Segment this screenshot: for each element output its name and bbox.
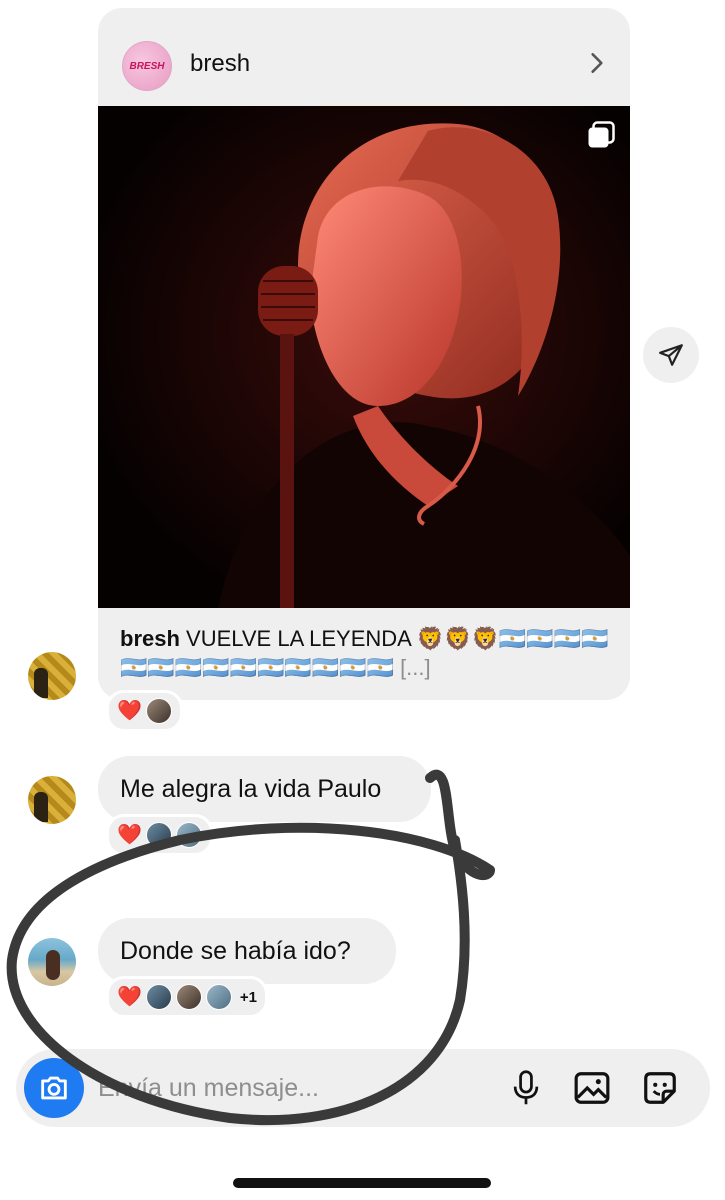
heart-reaction: ❤️	[117, 986, 142, 1008]
sender-avatar[interactable]	[28, 776, 76, 824]
home-indicator	[233, 1178, 491, 1188]
sender-avatar[interactable]	[28, 938, 76, 986]
share-button[interactable]	[643, 327, 699, 383]
message-text: Donde se había ido?	[120, 936, 351, 965]
message-text: Me alegra la vida Paulo	[120, 774, 382, 803]
multiple-media-icon	[588, 121, 615, 148]
message-bubble[interactable]: Donde se había ido?	[98, 918, 396, 984]
microphone-icon	[513, 1070, 539, 1105]
post-avatar-logo-text: BRESH	[129, 60, 165, 72]
reactor-avatar	[175, 822, 202, 848]
reactor-avatar	[175, 984, 202, 1010]
reactor-avatar	[145, 984, 172, 1010]
post-reactions[interactable]: ❤️	[106, 690, 183, 732]
caption-more[interactable]: [...]	[400, 655, 431, 680]
reactor-avatar	[145, 822, 172, 848]
reactor-avatar	[205, 984, 232, 1010]
post-author-username[interactable]: bresh	[190, 50, 250, 78]
sticker-button[interactable]	[640, 1068, 680, 1108]
message-reactions[interactable]: ❤️	[106, 814, 213, 856]
image-icon	[574, 1072, 610, 1104]
sticker-icon	[644, 1072, 676, 1104]
chevron-right-icon[interactable]	[584, 50, 610, 76]
reaction-count: +1	[239, 988, 258, 1006]
message-bubble[interactable]: Me alegra la vida Paulo	[98, 756, 431, 822]
gallery-button[interactable]	[572, 1068, 612, 1108]
post-media-image[interactable]	[98, 106, 630, 608]
shared-post-card[interactable]: BRESH bresh bresh VUELVE LA LEYENDA 🦁🦁🦁🇦…	[98, 8, 630, 700]
singer-photo	[98, 106, 630, 608]
heart-reaction: ❤️	[117, 700, 142, 722]
post-header[interactable]: BRESH bresh	[98, 8, 630, 106]
message-composer	[16, 1049, 710, 1127]
message-input[interactable]	[98, 1069, 478, 1107]
reactor-avatar	[145, 698, 172, 724]
post-author-avatar[interactable]: BRESH	[122, 41, 172, 91]
send-icon	[659, 344, 683, 366]
camera-button[interactable]	[24, 1058, 84, 1118]
sender-avatar[interactable]	[28, 652, 76, 700]
camera-icon	[41, 1076, 67, 1100]
heart-reaction: ❤️	[117, 824, 142, 846]
caption-text: VUELVE LA LEYENDA 🦁🦁🦁🇦🇷🇦🇷🇦🇷🇦🇷🇦🇷🇦🇷🇦🇷🇦🇷🇦🇷🇦…	[120, 626, 609, 680]
microphone-button[interactable]	[506, 1068, 546, 1108]
caption-username[interactable]: bresh	[120, 626, 180, 651]
post-caption: bresh VUELVE LA LEYENDA 🦁🦁🦁🇦🇷🇦🇷🇦🇷🇦🇷🇦🇷🇦🇷🇦…	[120, 624, 610, 682]
message-reactions[interactable]: ❤️ +1	[106, 976, 269, 1018]
